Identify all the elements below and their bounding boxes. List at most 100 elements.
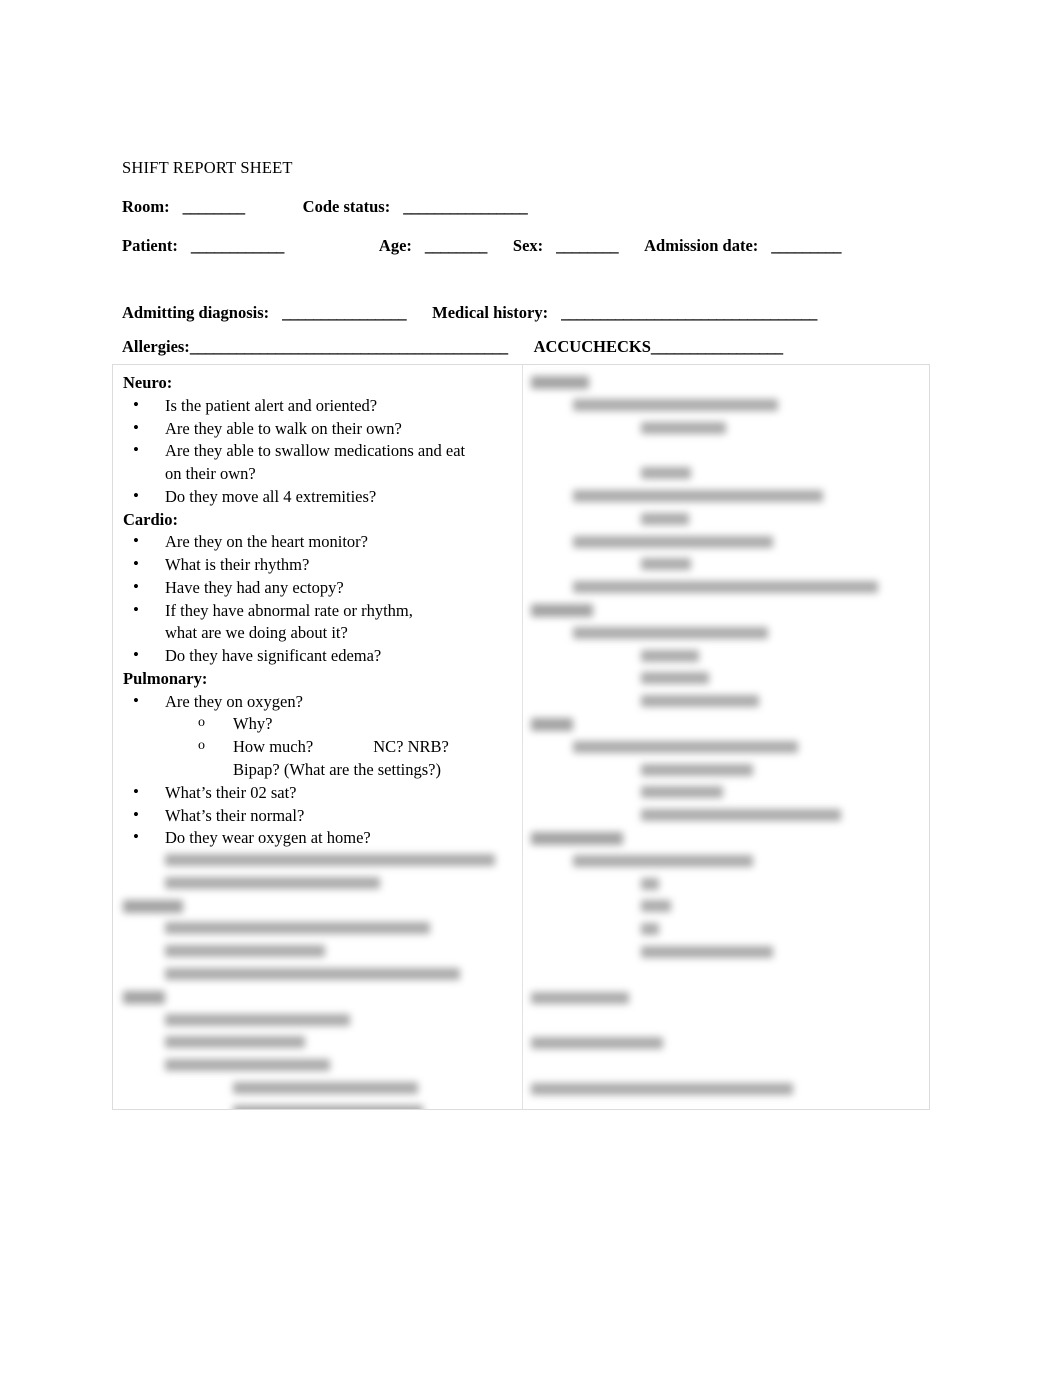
list-item: What’s their normal?: [123, 803, 516, 828]
assessment-table: Neuro: Is the patient alert and oriented…: [112, 364, 930, 1110]
field-patient: Patient: ____________: [122, 236, 284, 257]
obscured-line: [123, 850, 516, 873]
sub-list-item: How much? NC? NRB?: [123, 736, 516, 759]
header-row-room: Room: ________ Code status: _______________…: [122, 197, 922, 218]
field-age-label: Age:: [378, 236, 412, 256]
obscured-text: [641, 421, 726, 434]
assessment-column-left: Neuro: Is the patient alert and oriented…: [113, 365, 523, 1109]
obscured-line: [531, 760, 923, 783]
obscured-line: [531, 600, 923, 623]
obscured-text: [165, 854, 495, 867]
obscured-text: [233, 1104, 423, 1109]
document-header: SHIFT REPORT SHEET Room: ________ Code sta…: [122, 158, 922, 370]
obscured-text: [641, 809, 841, 822]
obscured-text: [165, 1036, 305, 1049]
obscured-line: [531, 532, 923, 555]
obscured-line: [531, 919, 923, 942]
field-medical-history-label: Medical history:: [432, 303, 549, 323]
obscured-text: [531, 1082, 793, 1095]
field-sex: Sex: ________: [512, 236, 619, 257]
obscured-text: [573, 398, 778, 411]
obscured-line: [531, 623, 923, 646]
sub-list-continuation: Bipap? (What are the settings?): [233, 760, 441, 780]
section-list-cardio: Are they on the heart monitor? What is t…: [123, 529, 516, 668]
obscured-line: [123, 873, 516, 896]
field-code-status-rule[interactable]: ________________: [403, 197, 528, 218]
field-accuchecks-label: ACCUCHECKS: [533, 336, 651, 356]
obscured-text: [641, 900, 671, 913]
obscured-text: [123, 899, 183, 913]
obscured-text: [165, 1059, 330, 1072]
sub-list-item-extra: NC? NRB?: [373, 737, 449, 757]
field-admission-date: Admission date: _________: [644, 236, 841, 257]
obscured-line: [123, 941, 516, 964]
field-sex-label: Sex:: [512, 236, 544, 256]
obscured-content-right: [531, 372, 923, 1102]
section-list-neuro: Is the patient alert and oriented? Are t…: [123, 393, 516, 509]
obscured-line: [123, 896, 516, 919]
list-item: Do they move all 4 extremities?: [123, 484, 516, 509]
obscured-line: [531, 372, 923, 395]
obscured-text: [641, 763, 753, 776]
field-admission-date-label: Admission date:: [644, 236, 759, 256]
obscured-line: [531, 554, 923, 577]
field-allergies: Allergies:______________________________…: [122, 337, 508, 358]
obscured-text: [641, 695, 759, 708]
sub-list-item: Why?: [123, 713, 516, 736]
document-page: SHIFT REPORT SHEET Room: ________ Code sta…: [0, 0, 1062, 1377]
section-sublist-oxygen: Why? How much? NC? NRB?: [123, 713, 516, 759]
list-item: Are they on oxygen?: [123, 689, 516, 714]
field-admitting-diagnosis-rule[interactable]: ________________: [282, 303, 407, 324]
obscured-text: [165, 922, 430, 935]
obscured-line: [531, 418, 923, 441]
list-item: Do they wear oxygen at home?: [123, 825, 516, 850]
list-item: What is their rhythm?: [123, 552, 516, 577]
field-room-rule[interactable]: ________: [183, 197, 246, 218]
obscured-text: [573, 854, 753, 867]
obscured-line: [531, 965, 923, 988]
field-room-label: Room:: [122, 196, 170, 216]
obscured-line: [531, 828, 923, 851]
obscured-line: [531, 691, 923, 714]
list-item-continuation: what are we doing about it?: [165, 623, 348, 643]
field-code-status: Code status: ________________: [303, 197, 528, 218]
obscured-line: [123, 987, 516, 1010]
obscured-line: [531, 942, 923, 965]
section-list-pulmonary-rest: What’s their 02 sat? What’s their normal…: [123, 780, 516, 850]
field-allergies-rule[interactable]: ________________________________________…: [190, 337, 508, 358]
obscured-text: [641, 649, 699, 662]
obscured-text: [573, 740, 798, 753]
obscured-line: [531, 440, 923, 463]
obscured-text: [531, 603, 593, 617]
obscured-line: [531, 395, 923, 418]
obscured-text: [573, 535, 773, 548]
list-item: Is the patient alert and oriented?: [123, 393, 516, 418]
field-medical-history-rule[interactable]: _________________________________: [561, 303, 817, 324]
field-code-status-label: Code status:: [302, 196, 391, 216]
obscured-text: [531, 991, 629, 1004]
obscured-text: [165, 945, 325, 958]
header-row-patient: Patient: ____________ Age: ________ Sex: ____…: [122, 236, 922, 257]
field-admission-date-rule[interactable]: _________: [771, 236, 841, 257]
obscured-line: [123, 1010, 516, 1033]
obscured-line: [123, 918, 516, 941]
obscured-text: [233, 1082, 418, 1095]
field-allergies-label: Allergies:: [122, 336, 190, 356]
field-accuchecks-rule[interactable]: _________________: [651, 337, 783, 358]
obscured-text: [531, 717, 573, 731]
section-heading-cardio: Cardio:: [123, 509, 178, 529]
field-admitting-diagnosis-label: Admitting diagnosis:: [122, 303, 270, 323]
obscured-line: [531, 1010, 923, 1033]
obscured-text: [641, 877, 659, 890]
obscured-line: [531, 463, 923, 486]
field-sex-rule[interactable]: ________: [556, 236, 619, 257]
field-age-rule[interactable]: ________: [425, 236, 488, 257]
obscured-text: [531, 1037, 663, 1050]
obscured-line: [531, 1056, 923, 1079]
page-title: SHIFT REPORT SHEET: [122, 158, 293, 177]
field-patient-rule[interactable]: ____________: [191, 236, 285, 257]
obscured-line: [123, 1101, 516, 1109]
obscured-line: [123, 1055, 516, 1078]
field-patient-label: Patient:: [122, 236, 178, 256]
obscured-text: [165, 1013, 350, 1026]
